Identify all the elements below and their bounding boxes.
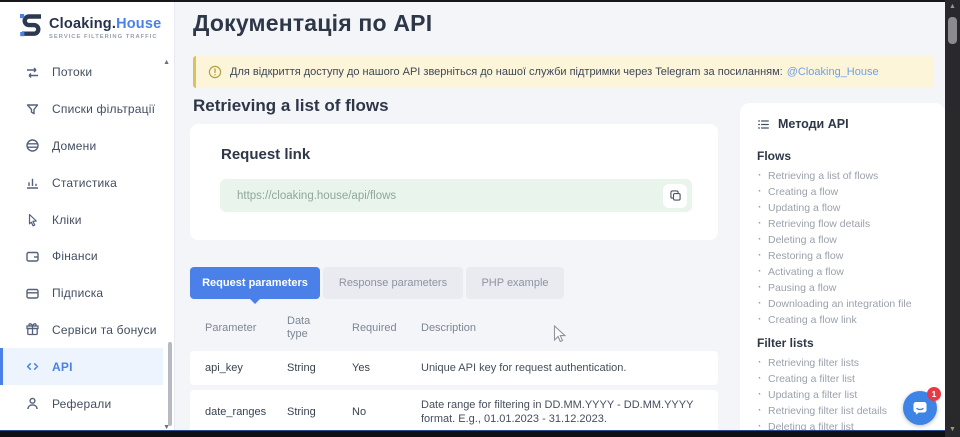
subscription-icon (25, 286, 40, 301)
methods-link[interactable]: Retrieving a list of flows (757, 168, 937, 184)
filter-icon (25, 102, 40, 117)
page-scrollbar[interactable]: ▲ ▼ (945, 0, 960, 437)
methods-link[interactable]: Retrieving filter lists (757, 355, 937, 371)
cell-parameter: api_key (205, 362, 287, 374)
sidebar-item-statistics[interactable]: Статистика (0, 164, 163, 201)
list-icon (757, 118, 770, 131)
logo-icon (20, 13, 42, 42)
sidebar-item-finance[interactable]: Фінанси (0, 238, 163, 275)
telegram-link[interactable]: @Cloaking_House (787, 66, 879, 78)
banner-text: Для відкриття доступу до нашого API звер… (230, 66, 783, 78)
copy-icon (669, 189, 682, 202)
section-title: Retrieving a list of flows (193, 96, 389, 116)
copy-button[interactable] (663, 184, 687, 208)
methods-link[interactable]: Deleting a flow (757, 232, 937, 248)
methods-section-title: Flows (757, 149, 937, 163)
referrals-icon (25, 396, 40, 411)
tabs-bar: Request parameters Response parameters P… (190, 267, 564, 299)
finance-icon (25, 249, 40, 264)
sidebar: Cloaking.House SERVICE FILTERING TRAFFIC… (0, 2, 175, 430)
cell-required: No (352, 406, 421, 418)
scroll-down-icon[interactable]: ▼ (945, 426, 960, 433)
sidebar-item-flows[interactable]: Потоки (0, 54, 163, 91)
methods-link[interactable]: Updating a flow (757, 200, 937, 216)
tab-request-parameters[interactable]: Request parameters (190, 267, 320, 299)
cell-description: Date range for filtering in DD.MM.YYYY -… (421, 398, 706, 426)
methods-section-title: Filter lists (757, 336, 937, 350)
window-top-edge (0, 0, 960, 2)
chat-bubble-icon (911, 399, 929, 417)
scroll-up-icon[interactable]: ▲ (945, 3, 960, 10)
methods-link[interactable]: Creating a flow (757, 184, 937, 200)
cell-required: Yes (352, 362, 421, 374)
flows-icon (25, 65, 40, 80)
sidebar-scrollbar-thumb[interactable] (168, 342, 172, 426)
sidebar-scroll-up-icon[interactable]: ▲ (163, 59, 170, 66)
table-row: date_ranges String No Date range for fil… (190, 390, 718, 430)
chat-unread-badge: 1 (927, 387, 941, 401)
col-description: Description (421, 322, 718, 334)
logo-tagline: SERVICE FILTERING TRAFFIC (49, 34, 161, 40)
scrollbar-thumb[interactable] (948, 17, 957, 44)
request-link-card: Request link https://cloaking.house/api/… (190, 124, 718, 240)
param-table-rows: api_key String Yes Unique API key for re… (190, 351, 718, 430)
sidebar-item-domains[interactable]: Домени (0, 128, 163, 165)
methods-link[interactable]: Creating a flow link (757, 312, 937, 328)
sidebar-item-api[interactable]: API (0, 348, 163, 385)
sidebar-item-clicks[interactable]: Кліки (0, 201, 163, 238)
methods-link[interactable]: Creating a filter list (757, 371, 937, 387)
sidebar-item-subscription[interactable]: Підписка (0, 275, 163, 312)
param-table-header: Parameter Data type Required Description (190, 307, 718, 349)
methods-link[interactable]: Activating a flow (757, 264, 937, 280)
methods-link[interactable]: Restoring a flow (757, 248, 937, 264)
tab-response-parameters[interactable]: Response parameters (323, 267, 463, 299)
page-title: Документація по API (193, 10, 432, 37)
stats-icon (25, 175, 40, 190)
api-methods-panel: Методи API Flows Retrieving a list of flo… (740, 103, 945, 437)
table-row: api_key String Yes Unique API key for re… (190, 351, 718, 385)
col-parameter: Parameter (205, 322, 287, 334)
request-link-title: Request link (221, 146, 310, 163)
methods-link[interactable]: Retrieving flow details (757, 216, 937, 232)
sidebar-item-services[interactable]: Сервіси та бонуси (0, 312, 163, 349)
methods-title: Методи API (778, 117, 849, 131)
methods-link[interactable]: Pausing a flow (757, 280, 937, 296)
services-icon (25, 322, 40, 337)
cell-description: Unique API key for request authenticatio… (421, 361, 706, 375)
sidebar-nav: Потоки Списки фільтрації Домени Статисти… (0, 54, 175, 422)
cell-data-type: String (287, 406, 352, 418)
logo[interactable]: Cloaking.House SERVICE FILTERING TRAFFIC (0, 2, 174, 42)
col-required: Required (352, 322, 421, 334)
api-icon (25, 359, 40, 374)
logo-title: Cloaking.House (49, 16, 161, 32)
methods-link[interactable]: Downloading an integration file (757, 296, 937, 312)
tab-php-example[interactable]: PHP example (466, 267, 564, 299)
info-icon (208, 65, 222, 79)
app-window: Cloaking.House SERVICE FILTERING TRAFFIC… (0, 0, 960, 437)
window-bottom-edge (0, 430, 945, 437)
domains-icon (25, 138, 40, 153)
cell-parameter: date_ranges (205, 406, 287, 418)
col-data-type: Data type (287, 315, 327, 341)
clicks-icon (25, 212, 40, 227)
methods-header: Методи API (740, 103, 945, 131)
request-url: https://cloaking.house/api/flows (237, 190, 396, 202)
sidebar-item-referrals[interactable]: Реферали (0, 385, 163, 422)
sidebar-item-filter-lists[interactable]: Списки фільтрації (0, 91, 163, 128)
info-banner: Для відкриття доступу до нашого API звер… (193, 56, 934, 88)
request-url-field[interactable]: https://cloaking.house/api/flows (220, 179, 692, 212)
cell-data-type: String (287, 362, 352, 374)
